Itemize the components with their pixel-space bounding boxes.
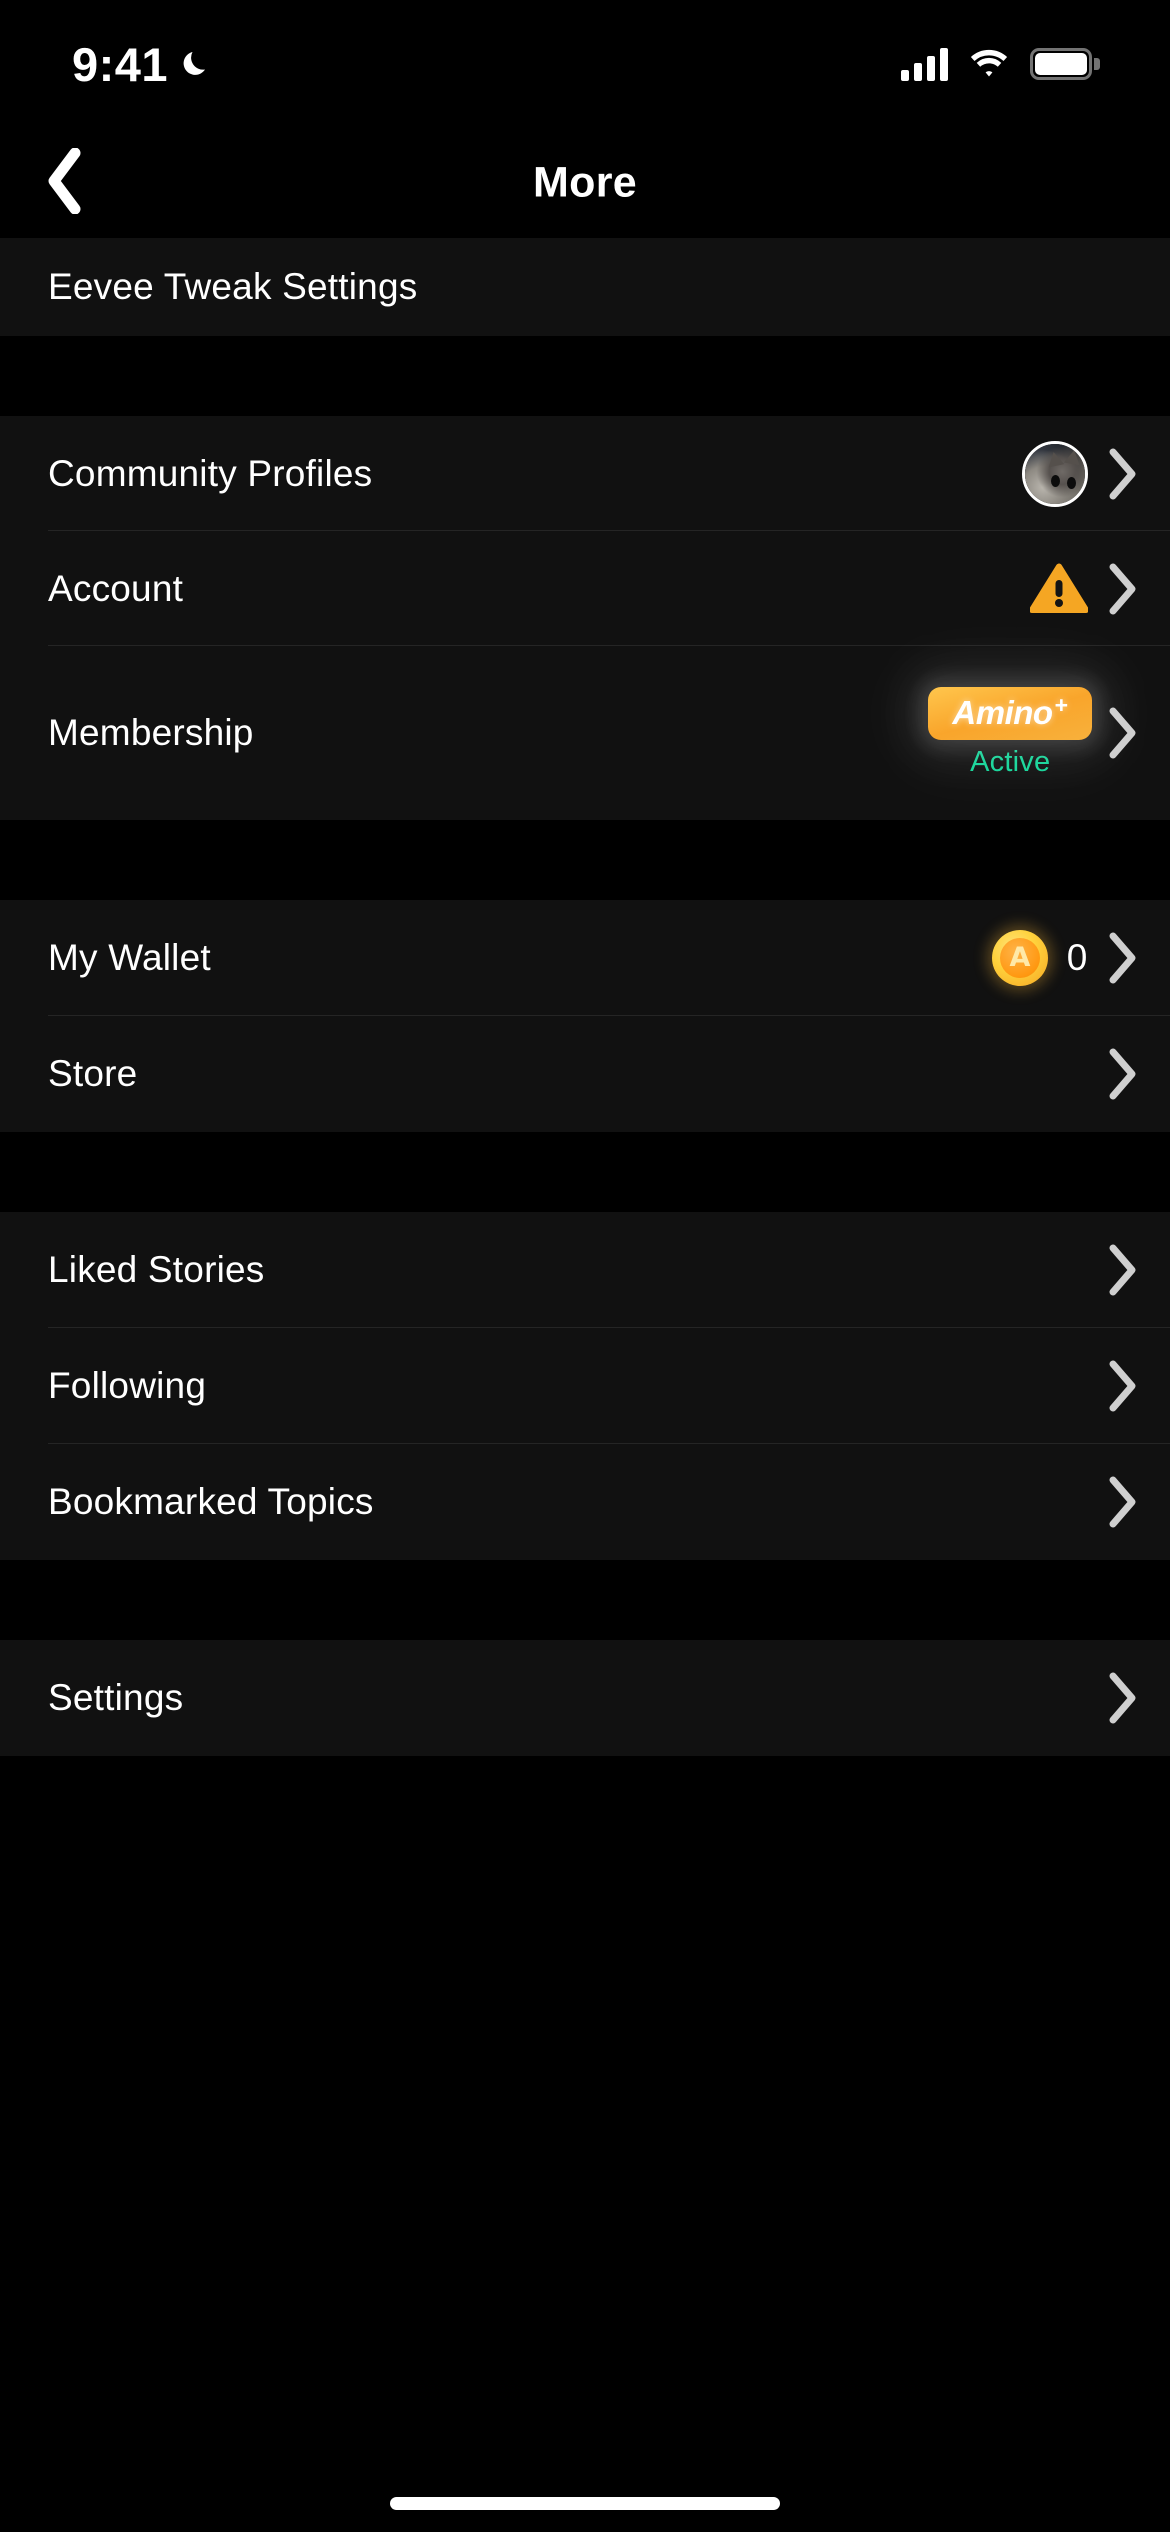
chevron-right-icon [1106,1359,1140,1413]
settings-list: Eevee Tweak Settings Community Profiles [0,238,1170,1756]
row-following[interactable]: Following [0,1328,1170,1444]
row-accessory [1106,1243,1140,1297]
section-wallet: My Wallet A 0 Store [0,900,1170,1132]
row-label: Membership [48,712,254,753]
section-gap [0,1560,1170,1640]
status-bar-time: 9:41 [72,37,169,91]
amino-plus-badge[interactable]: Amino + [928,687,1092,740]
row-label: Community Profiles [48,452,373,494]
row-accessory [1029,562,1140,616]
coin-glyph: A [1009,941,1031,973]
status-bar: 9:41 [0,0,1170,128]
section-gap [0,820,1170,900]
chevron-right-icon [1106,1047,1140,1101]
row-label: Following [48,1365,207,1406]
row-accessory: A 0 [992,930,1140,986]
warning-triangle-icon [1029,563,1089,615]
home-indicator-bar[interactable] [390,2497,780,2510]
row-accessory [1106,1359,1140,1413]
row-liked-stories[interactable]: Liked Stories [0,1212,1170,1328]
row-eevee-tweak-settings[interactable]: Eevee Tweak Settings [0,238,1170,336]
row-label: Store [48,1053,138,1094]
row-accessory [1022,440,1140,507]
battery-full-icon [1030,48,1100,80]
section-activity: Liked Stories Following Bookmarked Topic… [0,1212,1170,1560]
amino-coin-icon: A [992,930,1048,986]
row-settings[interactable]: Settings [0,1640,1170,1756]
chevron-right-icon [1106,1671,1140,1725]
nav-bar: More [0,128,1170,238]
wifi-icon [969,48,1009,80]
membership-status-text: Active [970,746,1051,778]
phone-screen: 9:41 More Eevee Tweak Settings Community… [0,0,1170,2532]
row-label: Account [48,567,184,609]
amino-badge-label: Amino [952,694,1053,731]
row-accessory [1106,1671,1140,1725]
page-title: More [533,158,637,207]
section-tweaks: Eevee Tweak Settings [0,238,1170,336]
row-label: Eevee Tweak Settings [48,266,418,307]
status-bar-right [901,47,1100,81]
cellular-bars-icon [901,47,948,81]
section-account: Community Profiles Account Membership Am… [0,416,1170,820]
chevron-right-icon [1106,1475,1140,1529]
row-accessory [1106,1475,1140,1529]
amino-badge-plus: + [1054,692,1068,718]
row-my-wallet[interactable]: My Wallet A 0 [0,900,1170,1016]
section-settings: Settings [0,1640,1170,1756]
row-label: My Wallet [48,937,211,978]
chevron-right-icon [1106,706,1140,760]
row-account[interactable]: Account [0,531,1170,646]
row-label: Bookmarked Topics [48,1481,374,1522]
chevron-right-icon [1106,1243,1140,1297]
section-gap [0,1132,1170,1212]
membership-status: Amino + Active [928,687,1092,779]
wallet-balance: 0 [1066,937,1088,978]
chevron-right-icon [1106,562,1140,616]
chevron-right-icon [1106,931,1140,985]
row-bookmarked-topics[interactable]: Bookmarked Topics [0,1444,1170,1560]
row-accessory [1106,1047,1140,1101]
chevron-right-icon [1106,447,1140,501]
row-label: Settings [48,1677,184,1718]
row-label: Liked Stories [48,1249,265,1290]
crescent-moon-icon [180,47,214,81]
row-store[interactable]: Store [0,1016,1170,1132]
status-bar-left: 9:41 [72,41,214,88]
row-accessory: Amino + Active [928,687,1140,779]
section-gap [0,336,1170,416]
row-community-profiles[interactable]: Community Profiles [0,416,1170,531]
user-avatar-cat-photo[interactable] [1022,440,1088,507]
row-membership[interactable]: Membership Amino + Active [0,646,1170,820]
